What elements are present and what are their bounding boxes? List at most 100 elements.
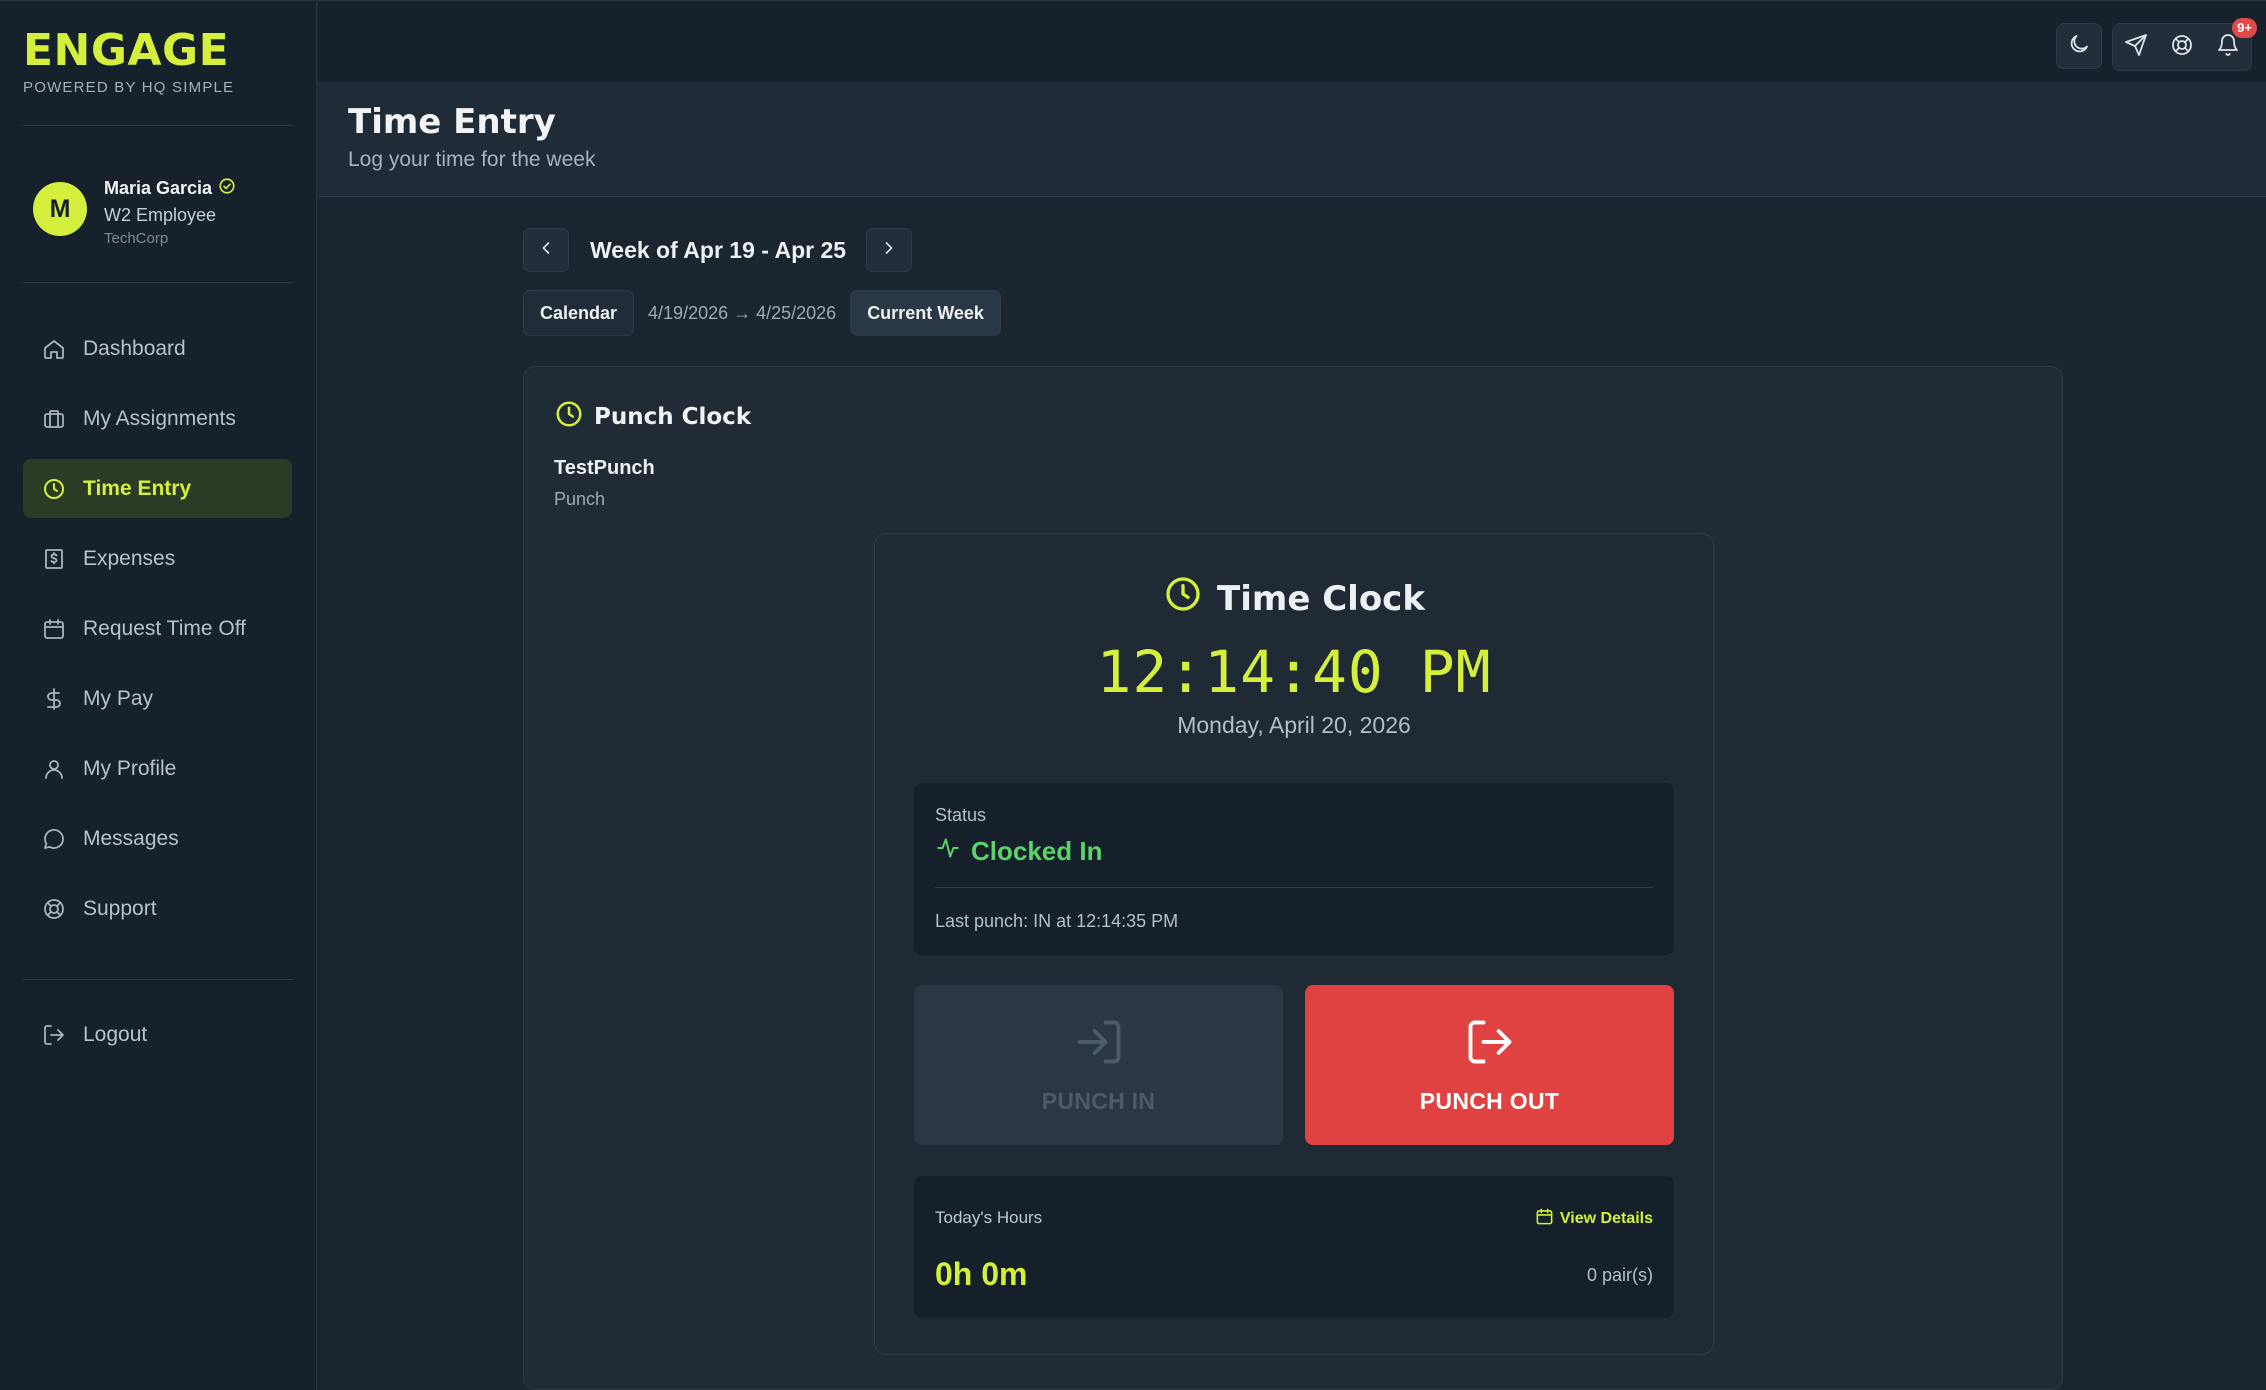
job-name: TestPunch: [554, 457, 655, 479]
top-action-group: 9+: [2112, 18, 2257, 71]
login-icon: [1073, 1016, 1125, 1088]
status-divider: [935, 887, 1653, 888]
clock-icon: [1163, 574, 1217, 623]
help-button[interactable]: [2159, 24, 2205, 70]
clock-icon: [554, 399, 594, 435]
activity-icon: [935, 835, 971, 868]
punch-out-label: PUNCH OUT: [1419, 1087, 1560, 1114]
chevron-left-icon: [536, 238, 556, 263]
sidebar-item-dashboard[interactable]: Dashboard: [23, 319, 292, 378]
time-clock-panel: Time Clock 12:14:40 PM Monday, April 20,…: [874, 533, 1714, 1355]
sidebar-item-my-profile[interactable]: My Profile: [23, 739, 292, 798]
user-company: TechCorp: [104, 230, 169, 247]
sidebar-item-my-pay[interactable]: My Pay: [23, 669, 292, 728]
calendar-icon: [1535, 1207, 1560, 1231]
sidebar-divider: [23, 979, 293, 980]
date-range: 4/19/2026 → 4/25/2026: [648, 302, 837, 323]
message-icon: [41, 826, 67, 852]
sidebar-item-label: My Pay: [83, 686, 154, 710]
calendar-icon: [41, 616, 67, 642]
current-week-button[interactable]: Current Week: [850, 290, 1001, 336]
sidebar-divider: [23, 282, 293, 283]
card-title-row: Punch Clock: [554, 399, 751, 435]
sidebar-item-label: My Profile: [83, 756, 177, 780]
punch-clock-card: Punch Clock TestPunch Punch Time Clock 1…: [523, 366, 2063, 1390]
time-clock-title-row: Time Clock: [875, 574, 1713, 623]
punch-in-button[interactable]: PUNCH IN: [914, 985, 1283, 1145]
clock-icon: [41, 476, 67, 502]
status-value: Clocked In: [971, 836, 1103, 866]
todays-hours-value: 0h 0m: [935, 1256, 1028, 1292]
sidebar-item-label: Request Time Off: [83, 616, 247, 640]
logout-icon: [41, 1022, 67, 1048]
job-type: Punch: [554, 489, 606, 509]
home-icon: [41, 336, 67, 362]
todays-hours-panel: Today's Hours View Details 0h 0m 0 pair(…: [914, 1176, 1674, 1318]
last-punch: Last punch: IN at 12:14:35 PM: [935, 911, 1179, 931]
user-name-row: Maria Garcia: [104, 177, 236, 200]
brand-subtitle: POWERED BY HQ SIMPLE: [23, 79, 235, 96]
view-details-label: View Details: [1559, 1210, 1653, 1227]
chevron-right-icon: [879, 238, 899, 263]
sidebar-item-label: Messages: [83, 826, 179, 850]
sidebar-item-label: My Assignments: [83, 406, 236, 430]
notifications-button[interactable]: 9+: [2205, 18, 2257, 70]
lifebuoy-icon: [2170, 33, 2194, 62]
sidebar-item-messages[interactable]: Messages: [23, 809, 292, 868]
logout-label: Logout: [83, 1022, 148, 1046]
user-profile-summary: M Maria Garcia W2 Employee TechCorp: [33, 177, 236, 247]
lifebuoy-icon: [41, 896, 67, 922]
page-subtitle: Log your time for the week: [348, 148, 596, 171]
next-week-button[interactable]: [866, 228, 913, 272]
punch-pairs-count: 0 pair(s): [1586, 1265, 1653, 1285]
briefcase-icon: [41, 406, 67, 432]
status-panel: Status Clocked In Last punch: IN at 12:1…: [914, 783, 1674, 955]
user-role: W2 Employee: [104, 205, 217, 225]
sidebar-item-request-time-off[interactable]: Request Time Off: [23, 599, 292, 658]
page-title: Time Entry: [348, 102, 556, 142]
card-title: Punch Clock: [594, 404, 752, 430]
brand-name: ENGAGE: [23, 25, 230, 76]
page-header: Time Entry Log your time for the week: [318, 82, 2266, 197]
moon-icon: [2067, 32, 2091, 61]
time-clock-title: Time Clock: [1217, 578, 1425, 619]
sidebar-divider: [23, 125, 293, 126]
sidebar-item-my-assignments[interactable]: My Assignments: [23, 389, 292, 448]
sidebar-item-time-entry[interactable]: Time Entry: [23, 459, 292, 518]
logout-icon: [1464, 1016, 1516, 1088]
sidebar-item-label: Dashboard: [83, 336, 186, 360]
logout-button[interactable]: Logout: [23, 1005, 292, 1064]
theme-toggle-button[interactable]: [2056, 23, 2102, 69]
previous-week-button[interactable]: [523, 228, 569, 272]
send-button[interactable]: [2113, 24, 2159, 70]
dollar-icon: [41, 686, 67, 712]
brand-logo[interactable]: ENGAGE POWERED BY HQ SIMPLE: [23, 25, 235, 97]
week-navigator: Week of Apr 19 - Apr 25: [523, 228, 913, 272]
sidebar-item-label: Time Entry: [83, 476, 192, 500]
sidebar-item-support[interactable]: Support: [23, 879, 292, 938]
user-icon: [41, 756, 67, 782]
current-time: 12:14:40 PM: [1096, 638, 1492, 706]
status-value-row: Clocked In: [935, 835, 1102, 868]
sidebar-item-label: Expenses: [83, 546, 176, 570]
sidebar-nav: Dashboard My Assignments Time Entry Expe…: [23, 319, 292, 949]
sidebar: ENGAGE POWERED BY HQ SIMPLE M Maria Garc…: [0, 0, 317, 1390]
punch-out-button[interactable]: PUNCH OUT: [1305, 985, 1674, 1145]
send-icon: [2124, 33, 2148, 62]
verified-icon: [218, 177, 236, 200]
view-details-link[interactable]: View Details: [1535, 1207, 1653, 1231]
sidebar-item-expenses[interactable]: Expenses: [23, 529, 292, 588]
week-controls: Calendar 4/19/2026 → 4/25/2026 Current W…: [523, 290, 1001, 336]
current-date: Monday, April 20, 2026: [1177, 712, 1411, 738]
status-label: Status: [935, 805, 987, 825]
receipt-icon: [41, 546, 67, 572]
notification-badge: 9+: [2232, 18, 2257, 38]
todays-hours-label: Today's Hours: [935, 1208, 1043, 1227]
week-label: Week of Apr 19 - Apr 25: [590, 236, 847, 263]
sidebar-item-label: Support: [83, 896, 157, 920]
user-name: Maria Garcia: [104, 178, 213, 198]
top-bar: 9+: [318, 0, 2266, 82]
avatar: M: [33, 182, 87, 236]
punch-in-label: PUNCH IN: [1041, 1087, 1156, 1114]
calendar-button[interactable]: Calendar: [523, 290, 635, 336]
